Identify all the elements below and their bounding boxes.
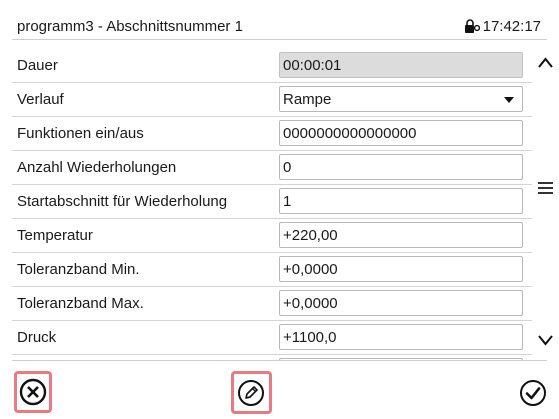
chevron-down-icon	[504, 97, 514, 103]
startabschnitt-field[interactable]: 1	[279, 188, 523, 214]
temperatur-field[interactable]: +220,00	[279, 222, 523, 248]
row-temperatur: Temperatur +220,00	[12, 219, 532, 253]
row-label: Verlauf	[17, 91, 64, 108]
clock-time: 17:42:17	[482, 18, 541, 35]
title-bar: programm3 - Abschnittsnummer 1 17:42:17	[12, 12, 547, 40]
row-label: Toleranzband Max.	[17, 295, 144, 312]
row-toleranzband-min: Toleranzband Min. +0,0000	[12, 253, 532, 287]
dauer-field: 00:00:01	[279, 52, 523, 78]
druck-field[interactable]: +1100,0	[279, 324, 523, 350]
row-verlauf: Verlauf Rampe	[12, 83, 532, 117]
scroll-down-icon[interactable]	[532, 324, 559, 360]
scroll-up-icon[interactable]	[532, 41, 559, 81]
parameter-list[interactable]: Dauer 00:00:01 Verlauf Rampe Funktionen …	[12, 49, 532, 360]
menu-icon[interactable]	[532, 168, 559, 208]
row-label: Funktionen ein/aus	[17, 125, 144, 142]
row-toleranzband-max: Toleranzband Max. +0,0000	[12, 287, 532, 321]
verlauf-select[interactable]: Rampe	[279, 86, 523, 112]
cancel-icon	[19, 378, 47, 406]
scrollbar[interactable]	[532, 41, 559, 360]
clock: 17:42:17	[464, 18, 541, 35]
row-label: Toleranzband Min.	[17, 261, 140, 278]
row-label: Anzahl Wiederholungen	[17, 159, 177, 176]
row-label: Temperatur	[17, 227, 93, 244]
verlauf-value: Rampe	[283, 91, 332, 108]
row-dauer: Dauer 00:00:01	[12, 49, 532, 83]
toleranzband-min-field[interactable]: +0,0000	[279, 256, 523, 282]
bottom-toolbar	[12, 360, 547, 419]
confirm-icon[interactable]	[519, 379, 547, 407]
row-druck: Druck +1100,0	[12, 321, 532, 355]
edit-icon	[238, 380, 264, 406]
cancel-button[interactable]	[14, 371, 52, 413]
toleranzband-max-field[interactable]: +0,0000	[279, 290, 523, 316]
lock-icon	[464, 19, 480, 33]
funktionen-field[interactable]: 0000000000000000	[279, 120, 523, 146]
row-anzahl-wiederholungen: Anzahl Wiederholungen 0	[12, 151, 532, 185]
row-label: Dauer	[17, 57, 58, 74]
program-segment-screen: programm3 - Abschnittsnummer 1 17:42:17 …	[0, 0, 559, 419]
row-label: Startabschnitt für Wiederholung	[17, 193, 228, 210]
row-funktionen: Funktionen ein/aus 0000000000000000	[12, 117, 532, 151]
row-startabschnitt: Startabschnitt für Wiederholung 1	[12, 185, 532, 219]
edit-button[interactable]	[231, 371, 272, 414]
page-title: programm3 - Abschnittsnummer 1	[17, 18, 243, 35]
row-label: Druck	[17, 329, 57, 346]
anzahl-wiederholungen-field[interactable]: 0	[279, 154, 523, 180]
